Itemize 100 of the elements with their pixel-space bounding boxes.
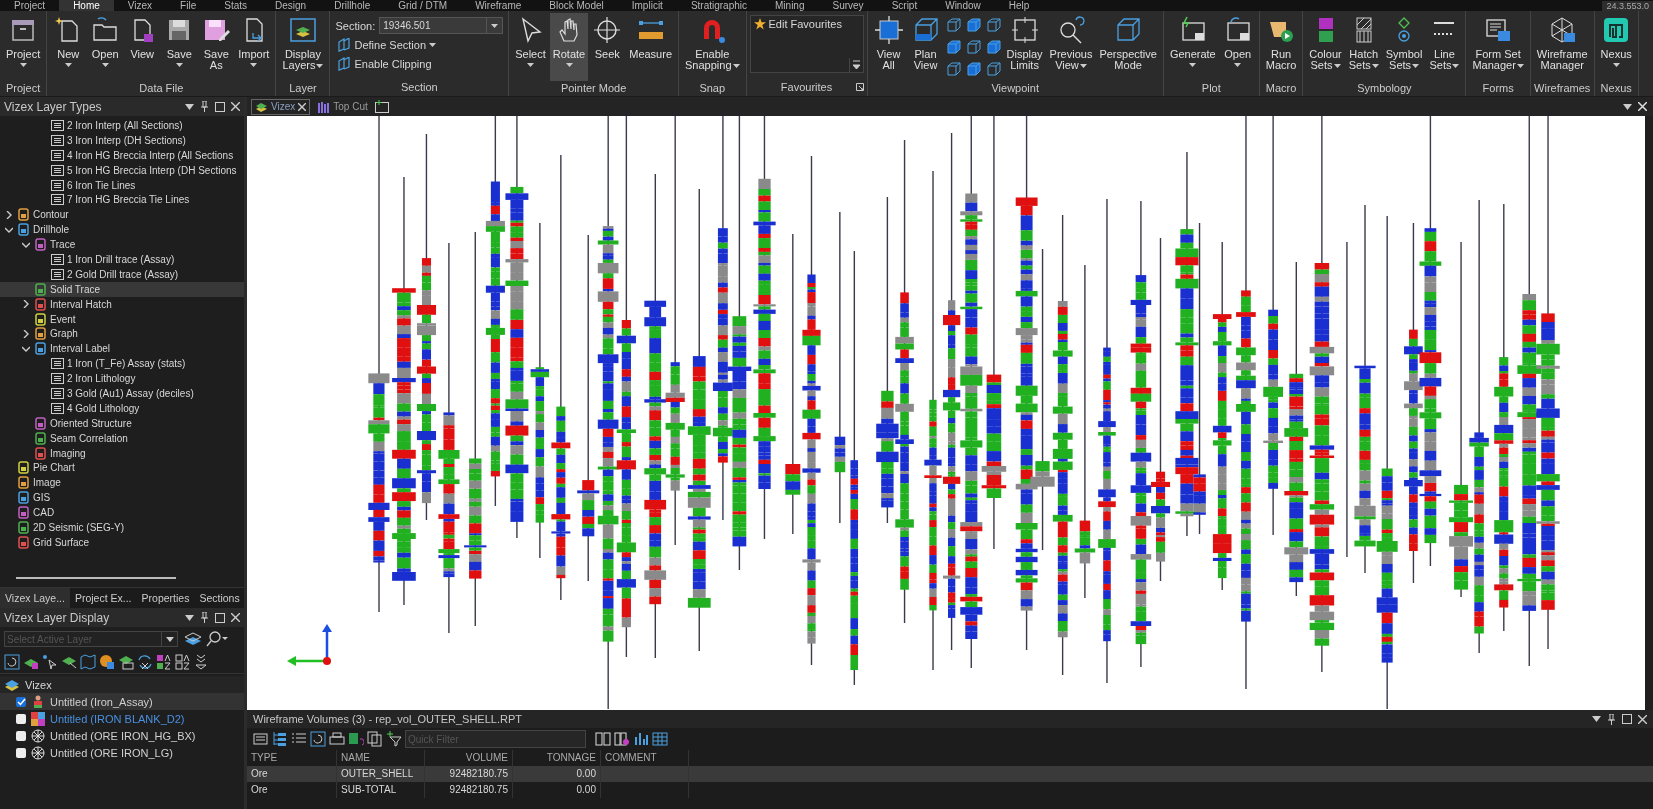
ribbon-button[interactable]: Hatch Sets [1345, 13, 1382, 81]
tree-item[interactable]: Contour [0, 207, 244, 223]
circle-icon[interactable] [99, 654, 115, 670]
chevron-down-icon[interactable] [22, 344, 30, 353]
panel-tab[interactable]: Vizex Laye... [0, 588, 70, 608]
tree-item[interactable]: Interval Label [0, 341, 244, 357]
ribbon-button[interactable]: View All [870, 13, 907, 81]
ribbon-button[interactable]: Nexus [1597, 13, 1635, 81]
menu-tab[interactable]: Grid / DTM [384, 0, 462, 11]
dropdown-button[interactable] [162, 631, 178, 647]
tree-item[interactable]: 6 Iron Tie Lines [0, 177, 244, 193]
tree-item[interactable]: Vizex [0, 676, 244, 693]
tree-item[interactable]: Drillhole [0, 222, 244, 238]
tree-item[interactable]: 1 Iron (T_Fe) Assay (stats) [0, 356, 244, 372]
pointer-icon[interactable] [42, 654, 58, 670]
layer-item[interactable]: Untitled (ORE IRON_LG) [0, 744, 244, 761]
menu-tab[interactable]: Window [931, 0, 995, 11]
ribbon-button[interactable]: Seek [589, 13, 626, 81]
maximize-icon[interactable] [1622, 714, 1632, 724]
pin-icon[interactable] [200, 612, 209, 623]
view-direction-button[interactable] [944, 59, 963, 78]
close-icon[interactable] [231, 102, 240, 111]
view-direction-button[interactable] [984, 59, 1003, 78]
tree-item[interactable]: 5 Iron HG Breccia Interp (DH Sections [0, 162, 244, 178]
panel-tab[interactable]: Properties [136, 588, 195, 608]
view-direction-button[interactable] [964, 15, 983, 34]
tree-item[interactable]: Pie Chart [0, 460, 244, 476]
tree-item[interactable]: GIS [0, 490, 244, 506]
ribbon-button[interactable]: Define Section [335, 37, 504, 53]
new-tab-icon[interactable] [374, 100, 389, 113]
menu-tab[interactable]: Block Model [535, 0, 618, 11]
pin-icon[interactable] [1607, 713, 1616, 725]
sort-az-icon[interactable] [156, 654, 172, 670]
close-icon[interactable] [1638, 714, 1647, 724]
tree-item[interactable]: 7 Iron HG Breccia Tie Lines [0, 192, 244, 208]
maximize-icon[interactable] [215, 612, 225, 623]
column-settings-icon[interactable] [614, 731, 630, 747]
ribbon-button[interactable]: Form Set Manager [1469, 13, 1527, 81]
menu-tab[interactable]: Implicit [617, 0, 677, 11]
section-field[interactable]: 19346.501 [379, 17, 504, 34]
print-icon[interactable] [329, 731, 345, 747]
menu-tab[interactable]: Project [0, 0, 60, 11]
view-direction-button[interactable] [964, 37, 983, 56]
panel-tab[interactable]: Project Ex... [69, 588, 137, 608]
ribbon-button[interactable]: Plan View [907, 13, 944, 81]
ribbon-button[interactable]: Wireframe Manager [1533, 13, 1591, 81]
swap-icon[interactable] [137, 654, 153, 670]
tree-icon[interactable] [272, 731, 288, 747]
ribbon-button[interactable]: Select [512, 13, 549, 81]
menu-tab[interactable]: Design [261, 0, 321, 11]
layers-icon[interactable] [184, 631, 202, 647]
menu-tab[interactable]: Stats [210, 0, 261, 11]
list-icon[interactable] [253, 731, 269, 747]
table-row[interactable]: Ore SUB-TOTAL 92482180.75 0.00 [247, 782, 1653, 798]
favourite-button[interactable]: Edit Favourites [750, 16, 849, 32]
ribbon-button[interactable]: Symbol Sets [1382, 13, 1426, 81]
columns-icon[interactable] [595, 731, 611, 747]
sort-za-icon[interactable] [175, 654, 191, 670]
ribbon-button[interactable]: Perspective Mode [1096, 13, 1160, 81]
ribbon-button[interactable]: Line Sets [1426, 13, 1463, 81]
dialog-launcher-icon[interactable] [855, 83, 864, 91]
menu-tab[interactable]: Drillhole [320, 0, 385, 11]
ribbon-button[interactable]: Generate [1166, 13, 1219, 81]
ribbon-button[interactable]: Import [235, 13, 273, 81]
tree-item[interactable]: Seam Correlation [0, 430, 244, 446]
dropdown-arrow-icon[interactable] [1623, 103, 1632, 110]
tree-item[interactable]: Image [0, 475, 244, 491]
chevron-right-icon[interactable] [22, 300, 30, 309]
dropdown-arrow-icon[interactable] [185, 103, 194, 110]
tree-item[interactable]: Solid Trace [0, 281, 244, 297]
view-direction-button[interactable] [984, 15, 1003, 34]
refresh-icon[interactable] [310, 731, 326, 747]
tree-item[interactable]: 4 Gold Lithology [0, 400, 244, 416]
ribbon-button[interactable]: Run Macro [1262, 13, 1300, 81]
view-direction-button[interactable] [984, 37, 1003, 56]
tree-item[interactable]: 2 Iron Lithology [0, 371, 244, 387]
view-tab[interactable]: Vizex [251, 98, 311, 115]
view-direction-button[interactable] [964, 59, 983, 78]
layer-item[interactable]: Untitled (ORE IRON_HG_BX) [0, 727, 244, 744]
ribbon-button[interactable]: New [50, 13, 87, 81]
tree-item[interactable]: CAD [0, 505, 244, 521]
tree-item[interactable]: 3 Iron Interp (DH Sections) [0, 132, 244, 148]
favourites-list[interactable]: Edit Favourites [749, 15, 864, 73]
view-direction-button[interactable] [944, 37, 963, 56]
ribbon-button[interactable]: Open [87, 13, 124, 81]
view-direction-button[interactable] [944, 15, 963, 34]
dropdown-arrow-icon[interactable] [1592, 716, 1601, 722]
table-row[interactable]: Ore OUTER_SHELL 92482180.75 0.00 [247, 766, 1653, 782]
checkbox[interactable] [16, 713, 26, 724]
tree-item[interactable]: Oriented Structure [0, 415, 244, 431]
search-icon[interactable] [206, 631, 228, 647]
checkbox[interactable] [16, 730, 26, 741]
scrollbar[interactable] [16, 577, 176, 579]
tree-item[interactable]: Event [0, 311, 244, 327]
scroll-arrow-icon[interactable] [851, 60, 861, 70]
tree-item[interactable]: 2D Seismic (SEG-Y) [0, 520, 244, 535]
menu-tab[interactable]: Help [994, 0, 1044, 11]
close-icon[interactable] [231, 613, 240, 622]
map-icon[interactable] [80, 654, 96, 670]
refresh-icon[interactable] [4, 654, 20, 670]
